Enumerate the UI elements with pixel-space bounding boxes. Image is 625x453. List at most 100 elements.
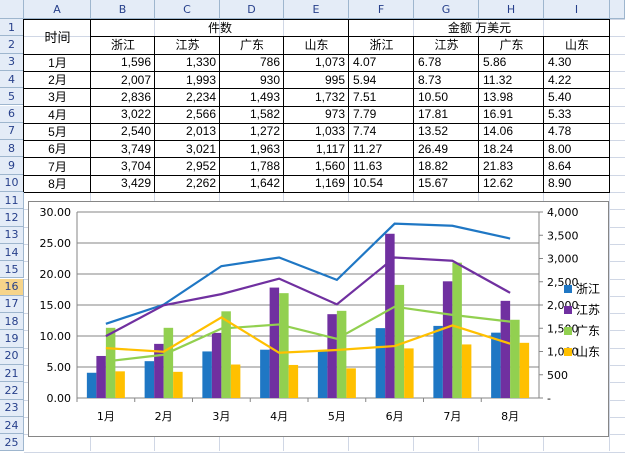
cell-month[interactable]: 1月 [24,54,91,71]
column-header-D[interactable]: D [220,0,284,19]
cell-pieces[interactable]: 786 [220,54,284,71]
cell-month[interactable]: 2月 [24,71,91,88]
row-header-23[interactable]: 23 [0,399,24,417]
cell-amount[interactable]: 11.63 [349,157,414,174]
row-header-17[interactable]: 17 [0,295,24,314]
row-header-3[interactable]: 3 [0,53,24,71]
row-header-19[interactable]: 19 [0,330,24,348]
cell-pieces[interactable]: 2,836 [91,88,155,105]
row-header-7[interactable]: 7 [0,122,24,141]
row-header-1[interactable]: 1 [0,19,24,37]
cell-amount[interactable]: 4.07 [349,54,414,71]
row-header-24[interactable]: 24 [0,416,24,435]
column-header-C[interactable]: C [155,0,220,19]
cell-amount[interactable]: 11.32 [479,71,544,88]
cell-amount[interactable]: 7.51 [349,88,414,105]
row-header-10[interactable]: 10 [0,174,24,192]
cell-amount[interactable]: 6.78 [414,54,479,71]
row-header-9[interactable]: 9 [0,157,24,175]
row-header-11[interactable]: 11 [0,192,24,210]
row-header-20[interactable]: 20 [0,347,24,365]
row-header-6[interactable]: 6 [0,105,24,123]
cell-month[interactable]: 8月 [24,175,91,192]
row-header-2[interactable]: 2 [0,36,24,54]
column-header-F[interactable]: F [349,0,414,19]
cell-pieces[interactable]: 1,732 [284,88,349,105]
row-header-4[interactable]: 4 [0,70,24,89]
cell-region-amount[interactable]: 江苏 [414,36,479,53]
cell-amount[interactable]: 8.90 [544,175,610,192]
cell-pieces[interactable]: 3,749 [91,140,155,157]
cell-amount[interactable]: 5.94 [349,71,414,88]
cell-pieces[interactable]: 1,788 [220,157,284,174]
cell-amount[interactable]: 17.81 [414,106,479,123]
cell-amount[interactable]: 5.86 [479,54,544,71]
cell-pieces[interactable]: 1,169 [284,175,349,192]
column-header-B[interactable]: B [91,0,155,19]
row-header-16[interactable]: 16 [0,278,24,296]
select-all-corner[interactable] [0,0,24,19]
cell-amount[interactable]: 10.50 [414,88,479,105]
cell-amount[interactable]: 21.83 [479,157,544,174]
cell-pieces[interactable]: 2,234 [155,88,220,105]
cell-amount[interactable]: 14.06 [479,123,544,140]
cell-pieces[interactable]: 1,642 [220,175,284,192]
column-header-I[interactable]: I [544,0,610,19]
cell-pieces[interactable]: 2,952 [155,157,220,174]
cell-amount[interactable]: 18.24 [479,140,544,157]
cell-amount[interactable]: 26.49 [414,140,479,157]
cell-amount[interactable]: 7.74 [349,123,414,140]
cell-pieces[interactable]: 930 [220,71,284,88]
row-header-13[interactable]: 13 [0,226,24,244]
cell-region-pieces[interactable]: 山东 [284,36,349,53]
row-header-14[interactable]: 14 [0,243,24,262]
column-header-E[interactable]: E [284,0,349,19]
row-header-5[interactable]: 5 [0,88,24,106]
cell-pieces[interactable]: 3,429 [91,175,155,192]
cell-pieces[interactable]: 1,073 [284,54,349,71]
cell-pieces[interactable]: 1,560 [284,157,349,174]
cell-pieces[interactable]: 2,007 [91,71,155,88]
cell-pieces[interactable]: 3,021 [155,140,220,157]
cell-pieces-header[interactable]: 件数 [91,19,349,36]
row-header-12[interactable]: 12 [0,209,24,227]
cell-month[interactable]: 5月 [24,123,91,140]
cell-pieces[interactable]: 2,262 [155,175,220,192]
row-header-15[interactable]: 15 [0,261,24,279]
cell-pieces[interactable]: 2,013 [155,123,220,140]
cell-pieces[interactable]: 1,993 [155,71,220,88]
row-header-8[interactable]: 8 [0,140,24,158]
column-header-H[interactable]: H [479,0,544,19]
cell-amount[interactable]: 13.52 [414,123,479,140]
cell-amount[interactable]: 5.33 [544,106,610,123]
cell-amount[interactable]: 15.67 [414,175,479,192]
cell-amount[interactable]: 13.98 [479,88,544,105]
cell-amount-header[interactable]: 金额 万美元 [349,19,610,36]
cell-amount[interactable]: 10.54 [349,175,414,192]
cell-pieces[interactable]: 973 [284,106,349,123]
cell-pieces[interactable]: 1,963 [220,140,284,157]
cell-region-pieces[interactable]: 浙江 [91,36,155,53]
cell-amount[interactable]: 8.73 [414,71,479,88]
cell-amount[interactable]: 4.30 [544,54,610,71]
cell-amount[interactable]: 7.79 [349,106,414,123]
cell-region-amount[interactable]: 广东 [479,36,544,53]
column-header-A[interactable]: A [24,0,91,19]
cell-pieces[interactable]: 995 [284,71,349,88]
cell-pieces[interactable]: 1,330 [155,54,220,71]
cell-pieces[interactable]: 2,540 [91,123,155,140]
cell-month[interactable]: 6月 [24,140,91,157]
cell-amount[interactable]: 18.82 [414,157,479,174]
cell-pieces[interactable]: 1,272 [220,123,284,140]
cell-month[interactable]: 7月 [24,157,91,174]
cell-region-pieces[interactable]: 广东 [220,36,284,53]
cell-amount[interactable]: 4.78 [544,123,610,140]
cell-amount[interactable]: 11.27 [349,140,414,157]
cell-pieces[interactable]: 3,022 [91,106,155,123]
cell-month[interactable]: 3月 [24,88,91,105]
cell-amount[interactable]: 16.91 [479,106,544,123]
row-header-25[interactable]: 25 [0,434,24,452]
cell-time-header[interactable]: 时间 [24,19,91,54]
cell-pieces[interactable]: 1,493 [220,88,284,105]
row-header-22[interactable]: 22 [0,382,24,400]
